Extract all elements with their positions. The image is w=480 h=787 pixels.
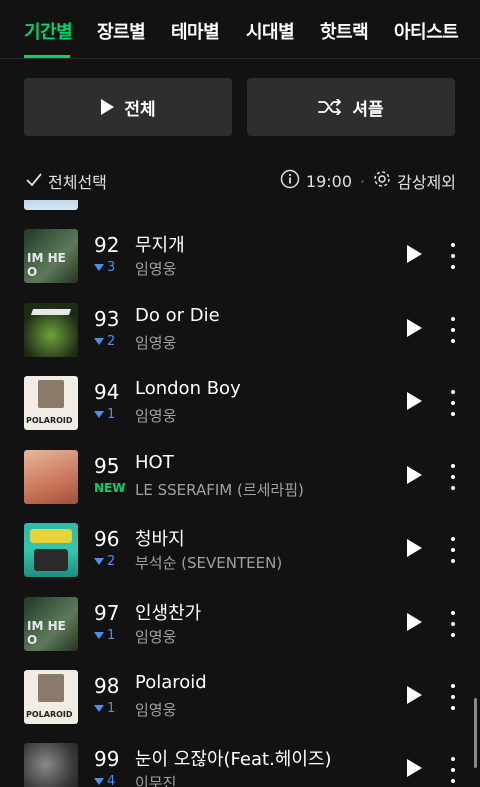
more-icon[interactable] (448, 537, 458, 563)
rank: 99 (94, 747, 120, 771)
new-badge: NEW (94, 481, 126, 495)
play-icon[interactable] (406, 319, 426, 341)
rank-down-icon (94, 411, 104, 418)
shuffle-label: 셔플 (352, 99, 384, 120)
rank-down-icon (94, 632, 104, 639)
tab-period[interactable]: 기간별 (24, 18, 73, 44)
list-toolbar: 전체선택 19:00 · 감상제외 (0, 160, 480, 200)
song-artist[interactable]: 임영웅 (135, 332, 176, 353)
separator-dot: · (360, 171, 366, 191)
song-row-99[interactable]: 99 4 눈이 오잖아(Feat.헤이즈) 이무진 (0, 743, 480, 787)
song-row-97[interactable]: IM HE O 97 1 인생찬가 임영웅 (0, 597, 480, 671)
song-title: 청바지 (135, 529, 185, 550)
play-icon (100, 99, 115, 115)
album-cover (24, 450, 78, 504)
more-icon[interactable] (448, 684, 458, 710)
rank-down-icon (94, 778, 104, 785)
more-icon[interactable] (448, 757, 458, 783)
album-cover-partial (24, 200, 78, 210)
rank-change: 2 (94, 554, 115, 569)
play-icon[interactable] (406, 392, 426, 414)
song-row-92[interactable]: IM HE O 92 3 무지개 임영웅 (0, 229, 480, 303)
song-artist[interactable]: LE SSERAFIM (르세라핌) (135, 479, 304, 500)
active-tab-indicator (24, 55, 70, 58)
gear-icon[interactable] (373, 170, 391, 192)
rank-change: 4 (94, 774, 115, 787)
song-title: London Boy (135, 378, 241, 399)
rank: 93 (94, 307, 120, 331)
play-all-button[interactable]: 전체 (24, 78, 232, 136)
song-artist[interactable]: 임영웅 (135, 699, 176, 720)
song-title: HOT (135, 452, 174, 473)
shuffle-icon (318, 99, 342, 115)
rank: 94 (94, 380, 120, 404)
rank-change: 3 (94, 260, 115, 275)
more-icon[interactable] (448, 390, 458, 416)
album-cover: IM HE O (24, 597, 78, 651)
tab-era[interactable]: 시대별 (246, 18, 295, 44)
select-all-toggle[interactable]: 전체선택 (26, 169, 107, 193)
play-icon[interactable] (406, 759, 426, 781)
album-cover (24, 743, 78, 787)
play-icon[interactable] (406, 245, 426, 267)
song-title: 인생찬가 (135, 603, 202, 624)
album-cover: POLAROID (24, 376, 78, 430)
chart-time: 19:00 (305, 171, 353, 191)
album-cover (24, 523, 78, 577)
shuffle-button[interactable]: 셔플 (247, 78, 455, 136)
rank-down-icon (94, 338, 104, 345)
rank-down-icon (94, 705, 104, 712)
play-icon[interactable] (406, 466, 426, 488)
play-icon[interactable] (406, 613, 426, 635)
song-title: Do or Die (135, 305, 220, 326)
more-icon[interactable] (448, 243, 458, 269)
tab-theme[interactable]: 테마별 (171, 18, 220, 44)
album-cover (24, 303, 78, 357)
song-row-94[interactable]: POLAROID 94 1 London Boy 임영웅 (0, 376, 480, 450)
song-row-93[interactable]: 93 2 Do or Die 임영웅 (0, 303, 480, 377)
album-cover: IM HE O (24, 229, 78, 283)
play-icon[interactable] (406, 686, 426, 708)
exclude-label[interactable]: 감상제외 (397, 169, 456, 193)
rank-change: 1 (94, 407, 115, 422)
rank-change: 1 (94, 701, 115, 716)
scrollbar[interactable] (474, 698, 477, 768)
rank-down-icon (94, 558, 104, 565)
song-artist[interactable]: 임영웅 (135, 405, 176, 426)
select-all-label: 전체선택 (48, 173, 107, 192)
song-row-96[interactable]: 96 2 청바지 부석순 (SEVENTEEN) (0, 523, 480, 597)
rank-down-icon (94, 264, 104, 271)
rank: 98 (94, 674, 120, 698)
rank: 95 (94, 454, 120, 478)
info-icon[interactable] (280, 169, 300, 193)
rank: 96 (94, 527, 120, 551)
chart-category-tabs: 기간별 장르별 테마별 시대별 핫트랙 아티스트 (0, 0, 480, 59)
song-title: 눈이 오잖아(Feat.헤이즈) (135, 749, 332, 770)
song-artist[interactable]: 부석순 (SEVENTEEN) (135, 552, 282, 573)
song-row-98[interactable]: POLAROID 98 1 Polaroid 임영웅 (0, 670, 480, 744)
more-icon[interactable] (448, 611, 458, 637)
rank: 97 (94, 601, 120, 625)
checkmark-icon (26, 172, 42, 191)
rank: 92 (94, 233, 120, 257)
song-artist[interactable]: 임영웅 (135, 626, 176, 647)
rank-change: 2 (94, 334, 115, 349)
song-title: 무지개 (135, 235, 185, 256)
song-list: IM HE O 92 3 무지개 임영웅 93 2 Do or Die 임영웅 … (0, 200, 480, 787)
album-cover: POLAROID (24, 670, 78, 724)
rank-change: 1 (94, 628, 115, 643)
song-title: Polaroid (135, 672, 207, 693)
more-icon[interactable] (448, 317, 458, 343)
play-all-label: 전체 (124, 99, 156, 120)
more-icon[interactable] (448, 464, 458, 490)
tab-genre[interactable]: 장르별 (97, 18, 146, 44)
song-artist[interactable]: 임영웅 (135, 258, 176, 279)
song-row-95[interactable]: 95 NEW HOT LE SSERAFIM (르세라핌) (0, 450, 480, 524)
play-icon[interactable] (406, 539, 426, 561)
song-artist[interactable]: 이무진 (135, 772, 176, 787)
tab-hot-track[interactable]: 핫트랙 (320, 18, 369, 44)
tab-artist[interactable]: 아티스트 (394, 18, 459, 44)
